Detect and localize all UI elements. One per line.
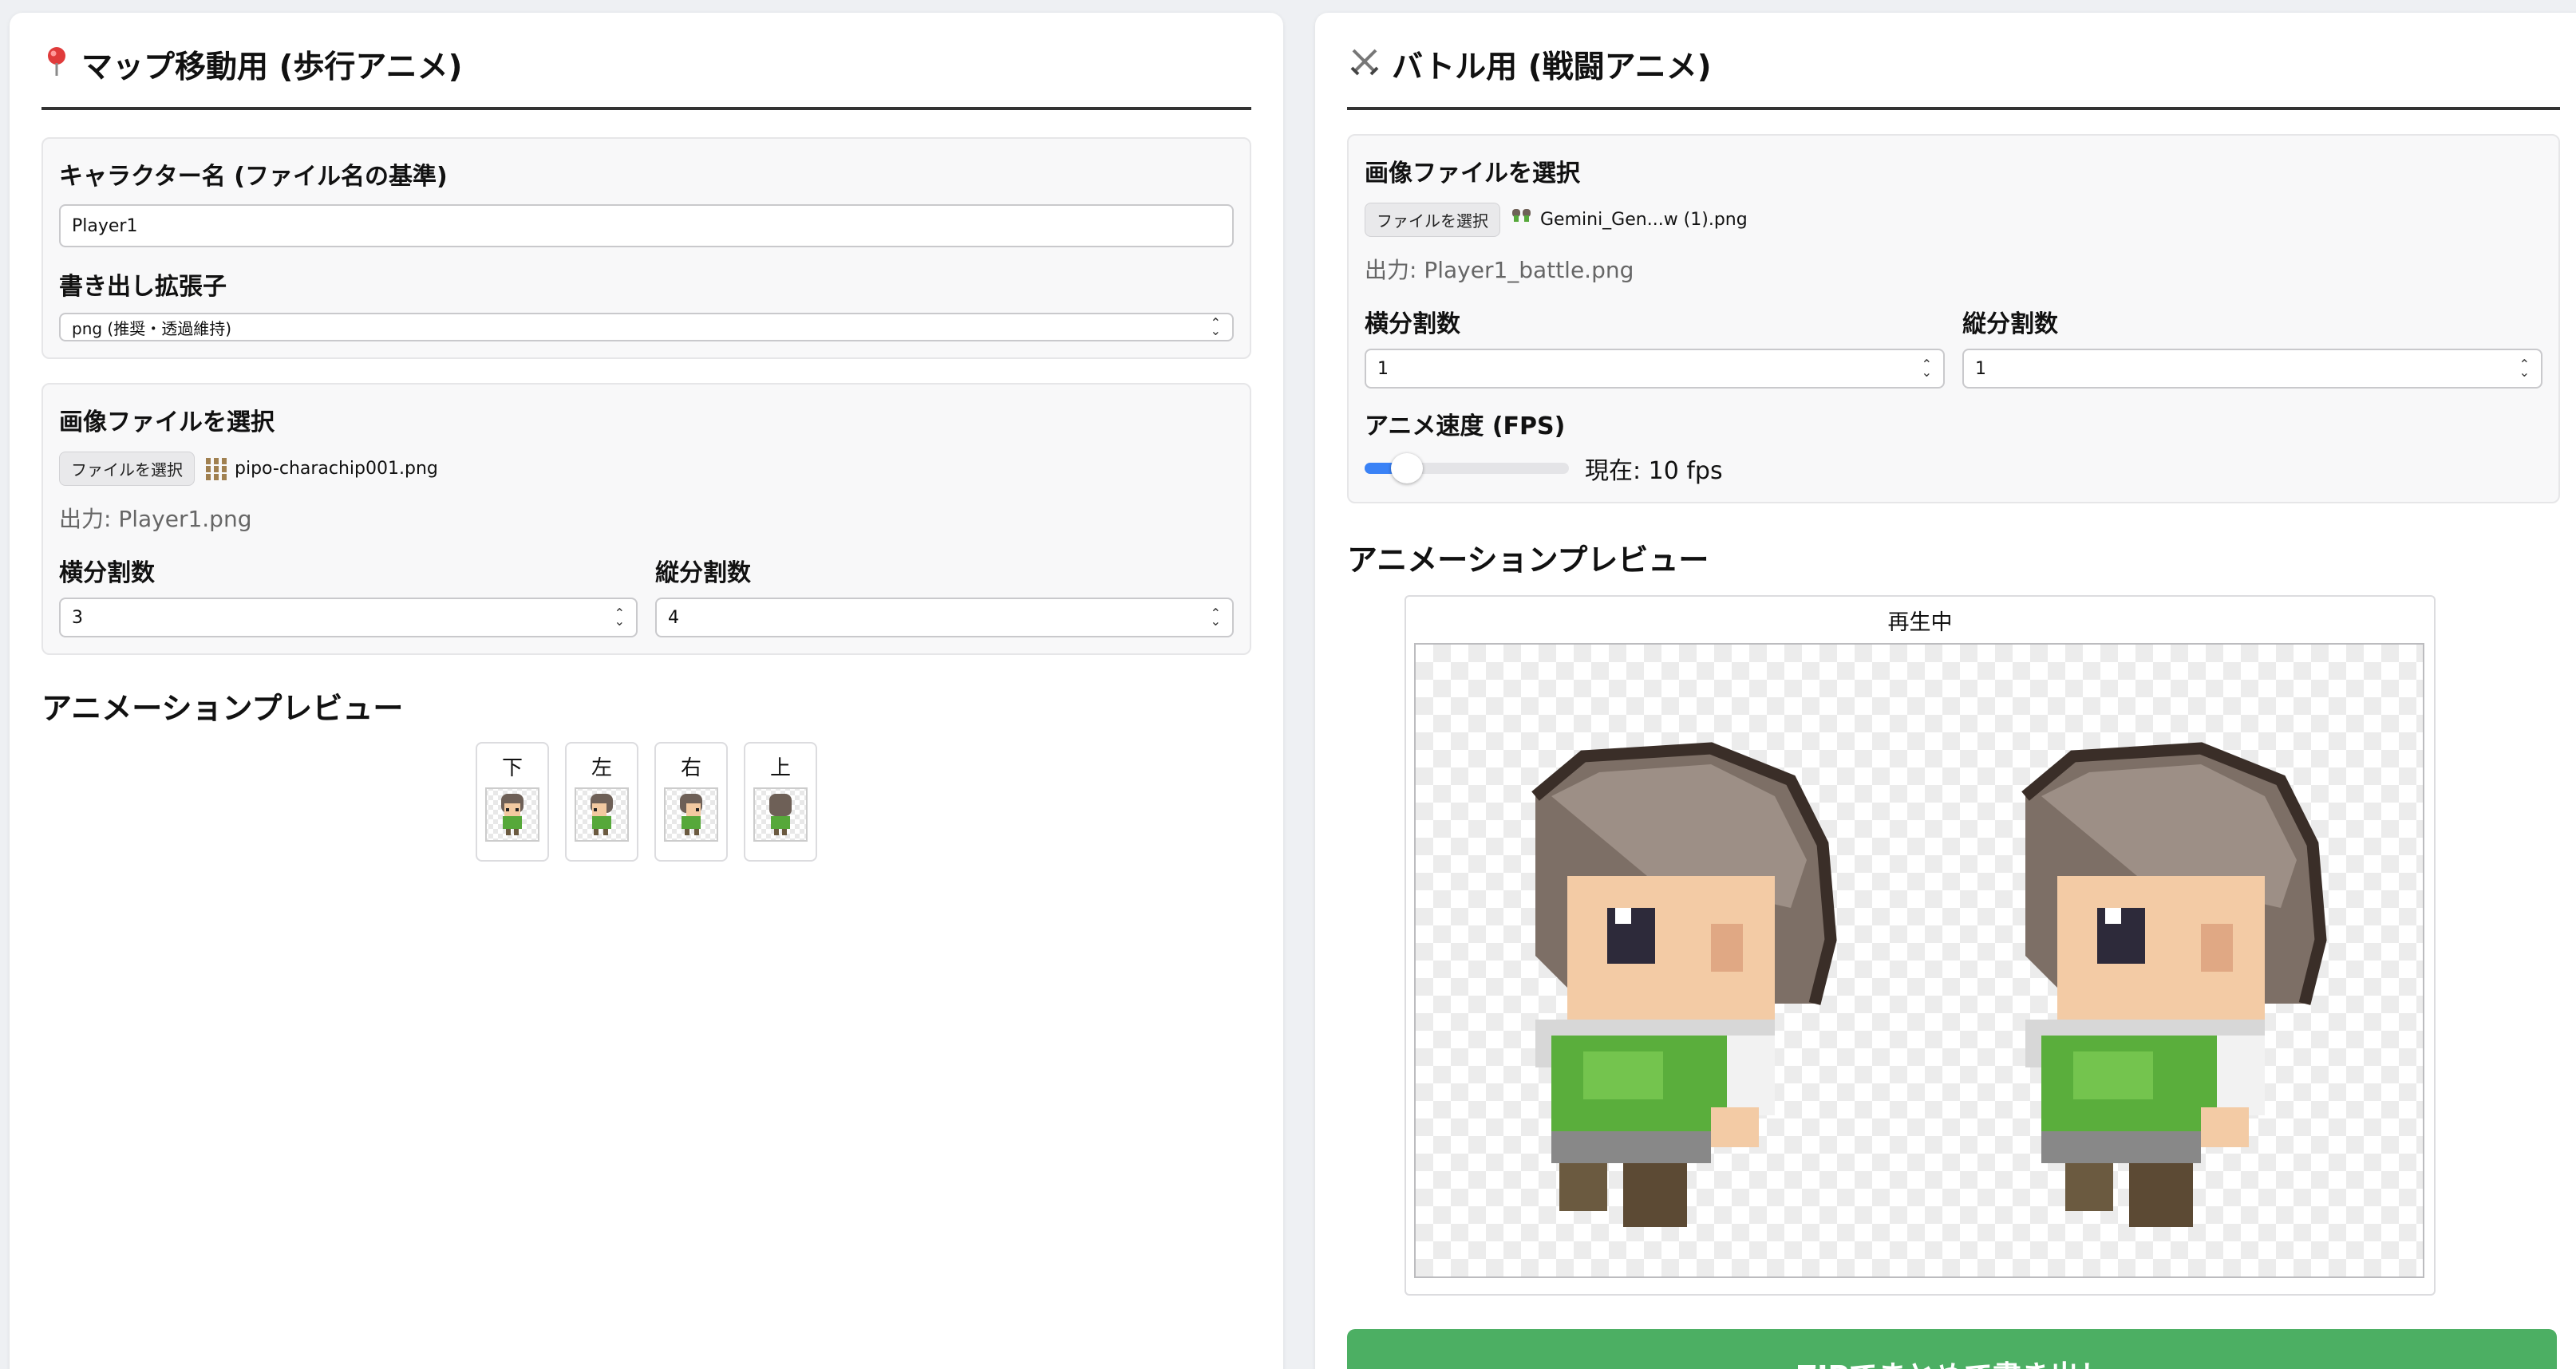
direction-previews: 下 左 右 上	[476, 742, 817, 862]
battle-vdiv-input[interactable]: 1 ⌃ ⌄	[1962, 349, 2542, 389]
char-name-label: キャラクター名 (ファイル名の基準)	[59, 163, 448, 191]
direction-card-left: 左	[565, 742, 638, 862]
battle-preview-box: 再生中	[1405, 595, 2436, 1296]
stepper-icon: ⌃ ⌄	[1921, 357, 1932, 380]
playback-status: 再生中	[1887, 610, 1953, 635]
stepper-icon: ⌃ ⌄	[614, 606, 625, 629]
crossed-swords-icon	[1349, 45, 1381, 85]
battle-preview-heading: アニメーションプレビュー	[1347, 542, 1709, 578]
zip-export-button[interactable]: ZIPでまとめて書き出し	[1347, 1329, 2557, 1369]
map-hdiv-label: 横分割数	[59, 559, 155, 587]
spritesheet-icon	[206, 457, 227, 480]
ext-select[interactable]: png (推奨・透過維持) ⌃ ⌄	[59, 313, 1234, 341]
battle-panel: バトル用 (戦闘アニメ) 画像ファイルを選択 ファイルを選択 Gemini_Ge…	[1315, 13, 2576, 1369]
fps-slider-thumb[interactable]	[1391, 453, 1424, 483]
char-name-input[interactable]: Player1	[59, 204, 1234, 247]
ext-label: 書き出し拡張子	[59, 273, 227, 301]
walk-sprite-up	[753, 787, 808, 842]
map-output-text: 出力: Player1.png	[59, 506, 252, 532]
battle-hdiv-input[interactable]: 1 ⌃ ⌄	[1365, 349, 1945, 389]
map-file-card: 画像ファイルを選択 ファイルを選択 pipo-charachip001.png …	[41, 383, 1251, 655]
character-settings-card: キャラクター名 (ファイル名の基準) Player1 書き出し拡張子 png (…	[41, 137, 1251, 359]
fps-control: 現在: 10 fps	[1365, 451, 2542, 486]
battle-sprite-frame-2	[2021, 742, 2327, 1227]
battle-file-button[interactable]: ファイルを選択	[1365, 203, 1500, 237]
fps-slider[interactable]	[1365, 453, 1569, 483]
map-panel-title: マップ移動用 (歩行アニメ)	[41, 13, 1251, 110]
battle-file-card: 画像ファイルを選択 ファイルを選択 Gemini_Gen...w (1).png…	[1347, 134, 2560, 503]
direction-card-down: 下	[476, 742, 549, 862]
battle-output-text: 出力: Player1_battle.png	[1365, 257, 1634, 283]
battle-preview-canvas	[1414, 643, 2424, 1278]
fps-readout: 現在: 10 fps	[1585, 457, 1723, 485]
stepper-icon: ⌃ ⌄	[2519, 357, 2530, 380]
image-file-icon	[1512, 208, 1531, 222]
chevron-updown-icon: ⌃ ⌄	[1210, 315, 1221, 338]
battle-file-label: 画像ファイルを選択	[1365, 160, 1580, 187]
map-file-name: pipo-charachip001.png	[204, 456, 438, 482]
direction-card-up: 上	[744, 742, 817, 862]
stepper-icon: ⌃ ⌄	[1210, 606, 1221, 629]
battle-file-name: Gemini_Gen...w (1).png	[1510, 207, 1748, 233]
battle-sprite-frame-1	[1531, 742, 1837, 1227]
battle-vdiv-label: 縦分割数	[1962, 310, 2058, 338]
map-preview-heading: アニメーションプレビュー	[41, 691, 404, 726]
map-file-label: 画像ファイルを選択	[59, 408, 275, 436]
walk-sprite-right	[664, 787, 718, 842]
walk-sprite-down	[485, 787, 539, 842]
walk-sprite-left	[575, 787, 629, 842]
map-hdiv-input[interactable]: 3 ⌃ ⌄	[59, 598, 638, 637]
map-vdiv-label: 縦分割数	[655, 559, 751, 587]
direction-card-right: 右	[654, 742, 728, 862]
fps-label: アニメ速度 (FPS)	[1365, 412, 1566, 440]
map-panel: マップ移動用 (歩行アニメ) キャラクター名 (ファイル名の基準) Player…	[10, 13, 1283, 1369]
battle-hdiv-label: 横分割数	[1365, 310, 1460, 338]
pin-icon	[43, 45, 70, 85]
map-vdiv-input[interactable]: 4 ⌃ ⌄	[655, 598, 1234, 637]
battle-panel-title: バトル用 (戦闘アニメ)	[1347, 13, 2560, 110]
map-file-button[interactable]: ファイルを選択	[59, 452, 195, 486]
